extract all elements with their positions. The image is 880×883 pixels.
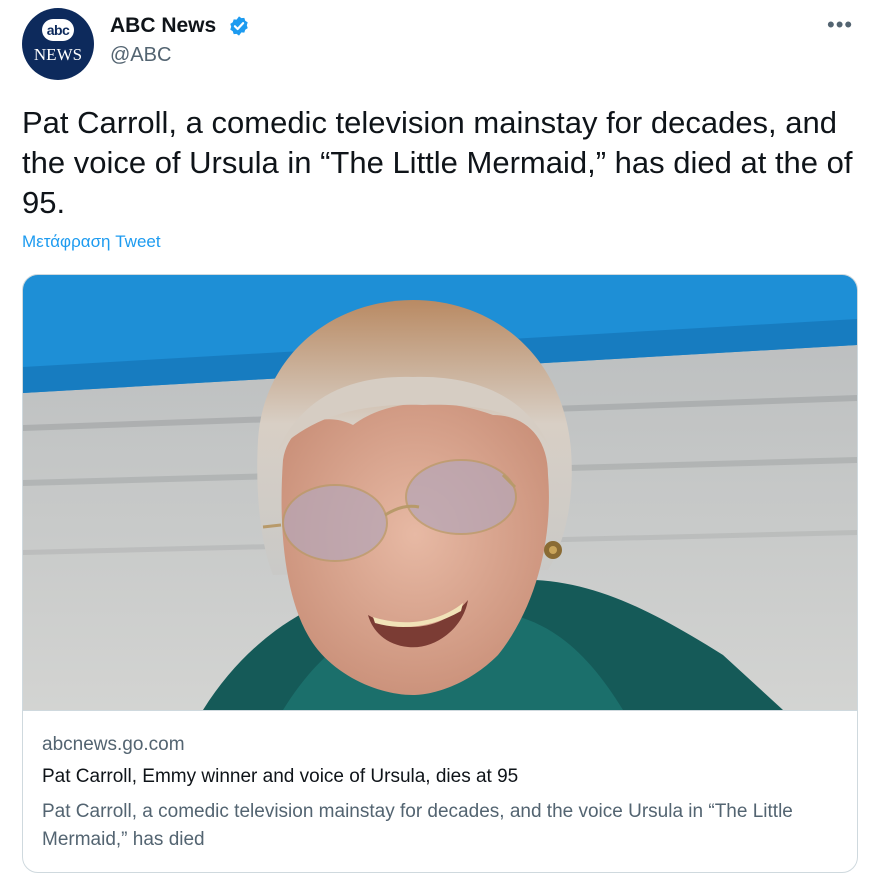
card-domain: abcnews.go.com — [42, 734, 185, 755]
link-card[interactable]: abcnews.go.com Pat Carroll, Emmy winner … — [22, 274, 858, 873]
abc-logo: abc — [42, 19, 74, 41]
tweet-text: Pat Carroll, a comedic television mainst… — [22, 105, 853, 220]
card-title: Pat Carroll, Emmy winner and voice of Ur… — [42, 766, 519, 787]
author-name[interactable]: ABC News — [110, 14, 216, 38]
card-description: Pat Carroll, a comedic television mainst… — [42, 801, 793, 850]
translate-tweet-link[interactable]: Μετάφραση Tweet — [22, 232, 161, 252]
avatar-label: NEWS — [33, 45, 83, 64]
card-details[interactable]: abcnews.go.com Pat Carroll, Emmy winner … — [23, 710, 857, 872]
card-image[interactable] — [23, 275, 857, 710]
author-handle[interactable]: @ABC — [110, 44, 171, 67]
avatar[interactable]: abc NEWS — [22, 8, 94, 80]
more-options-icon[interactable]: ••• — [827, 12, 853, 38]
verified-badge-icon — [230, 16, 248, 36]
